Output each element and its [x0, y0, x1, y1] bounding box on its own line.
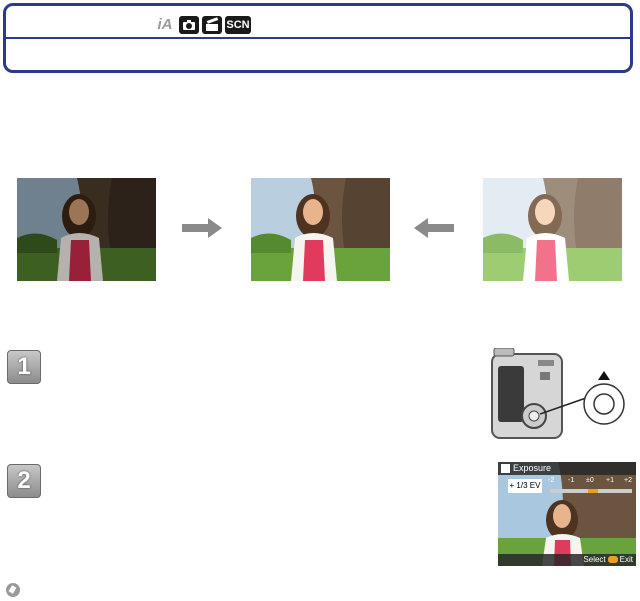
- lcd-footer: Select Exit: [498, 554, 636, 566]
- note-icon: [6, 583, 20, 597]
- ev-value: + 1/3 EV: [508, 479, 542, 493]
- ev-slider: [550, 489, 632, 493]
- normal-picture-mode-icon: [179, 16, 199, 34]
- correct-exposure-photo: [251, 178, 390, 281]
- motion-picture-mode-icon: [202, 16, 222, 34]
- ev-scale: -2 -1 ±0 +1 +2: [548, 477, 632, 484]
- underexposed-photo: [17, 178, 156, 281]
- step-1-badge: 1: [7, 350, 41, 384]
- exposure-icon: [501, 464, 510, 473]
- lcd-title-bar: Exposure: [498, 462, 636, 475]
- cursor-button-icon: [580, 367, 628, 432]
- intelligent-auto-mode-icon: iA: [157, 16, 173, 33]
- header-divider: [6, 37, 630, 39]
- select-cursor-icon: [607, 556, 618, 564]
- mode-header-box: iA SCN: [3, 3, 633, 73]
- right-arrow: [182, 218, 222, 243]
- exposure-lcd-screen: Exposure + 1/3 EV -2 -1 ±0 +1 +2 Select E…: [498, 462, 636, 566]
- step-2-badge: 2: [7, 464, 41, 498]
- applicable-modes: iA SCN: [154, 16, 251, 34]
- overexposed-photo: [483, 178, 622, 281]
- ev-slider-marker: [588, 489, 598, 493]
- scene-mode-icon: SCN: [225, 16, 251, 34]
- left-arrow: [414, 218, 454, 243]
